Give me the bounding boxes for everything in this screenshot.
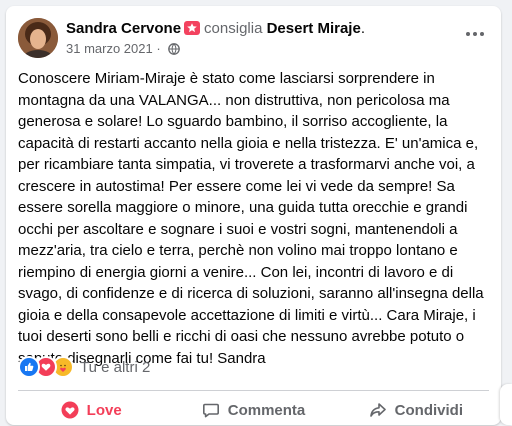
side-panel-edge [500, 384, 512, 425]
trailing-dot: . [360, 20, 365, 37]
post-date[interactable]: 31 marzo 2021 [66, 41, 153, 56]
share-icon [369, 403, 386, 417]
comment-button[interactable]: Commenta [172, 394, 334, 426]
post-header: Sandra Cervone consiglia Desert Miraje. [66, 20, 365, 37]
reaction-count[interactable]: Tu e altri 2 [80, 359, 150, 376]
action-bar: Love Commenta Condividi [10, 394, 497, 426]
love-label: Love [86, 401, 122, 419]
comment-icon [202, 403, 219, 418]
love-button[interactable]: Love [10, 394, 172, 426]
love-reaction-icon [61, 401, 79, 419]
avatar[interactable] [18, 18, 58, 58]
comment-label: Commenta [227, 401, 306, 419]
globe-icon[interactable] [168, 43, 181, 58]
post-text: Conoscere Miriam-Miraje è stato come las… [18, 70, 484, 367]
post-body: Conoscere Miriam-Miraje è stato come las… [18, 68, 486, 369]
dot-icon [473, 32, 477, 36]
post-card: Sandra Cervone consiglia Desert Miraje. 3… [6, 6, 501, 425]
meta-separator: · [156, 41, 161, 56]
post-meta: 31 marzo 2021 · [66, 41, 181, 58]
recommend-verb: consiglia [204, 20, 263, 37]
divider [18, 390, 489, 391]
like-icon [18, 356, 40, 378]
recommend-icon [184, 21, 201, 35]
dot-icon [480, 32, 484, 36]
share-label: Condividi [394, 401, 463, 419]
author-name[interactable]: Sandra Cervone [66, 20, 181, 37]
page-name[interactable]: Desert Miraje [267, 20, 361, 37]
more-options-button[interactable] [465, 24, 485, 44]
share-button[interactable]: Condividi [335, 394, 497, 426]
dot-icon [466, 32, 470, 36]
reactions-summary[interactable]: Tu e altri 2 [18, 355, 150, 379]
